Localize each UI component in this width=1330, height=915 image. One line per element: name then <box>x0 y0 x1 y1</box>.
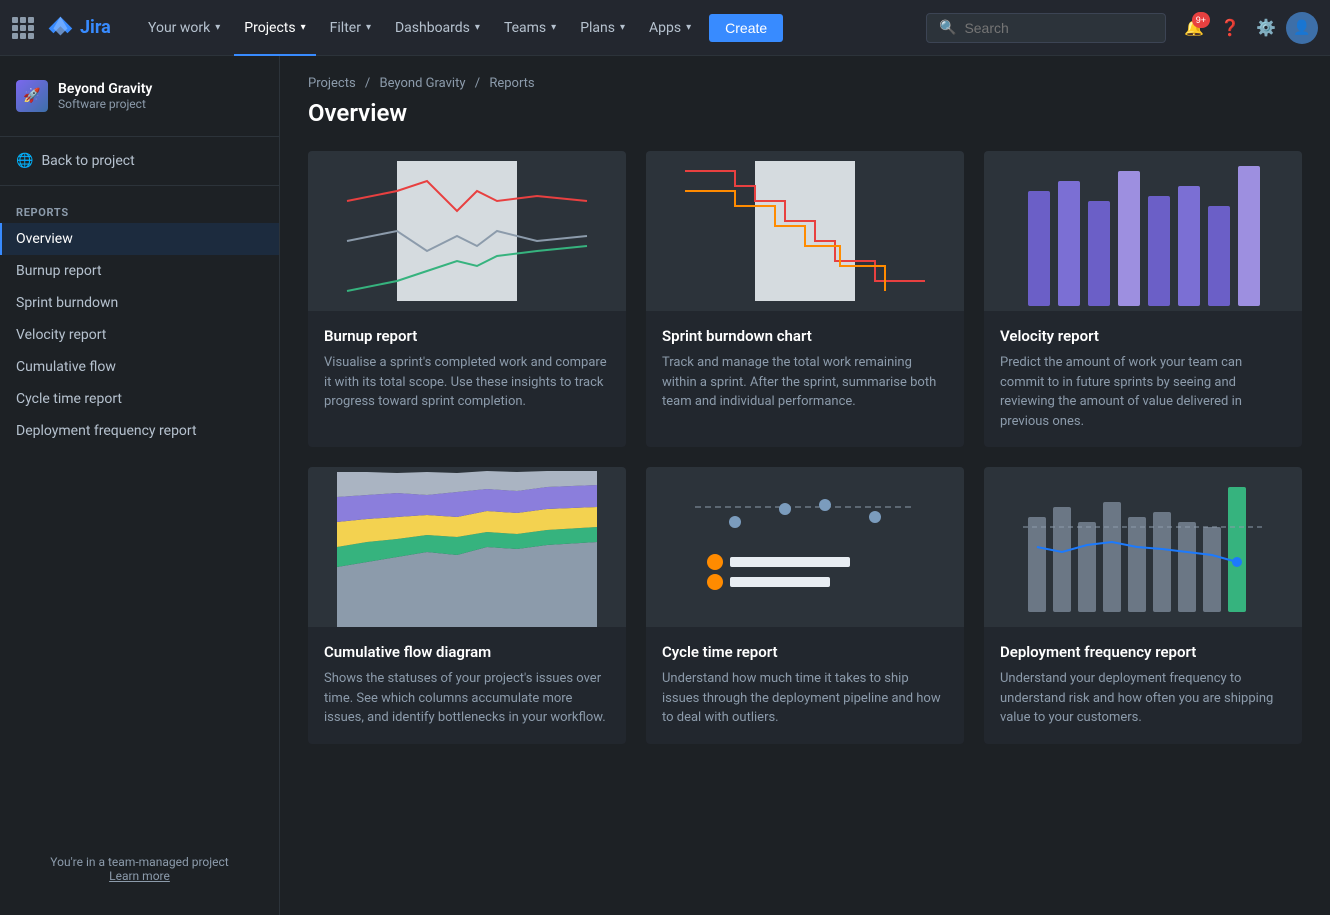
burnup-card-body: Burnup report Visualise a sprint's compl… <box>308 311 626 428</box>
logo-text: Jira <box>80 17 111 38</box>
project-header: 🚀 Beyond Gravity Software project <box>0 72 279 128</box>
help-button[interactable]: ❓ <box>1214 12 1246 44</box>
breadcrumb-projects[interactable]: Projects <box>308 76 356 91</box>
sidebar-divider <box>0 136 279 137</box>
nav-plans[interactable]: Plans ▾ <box>570 0 635 56</box>
nav-dashboards[interactable]: Dashboards ▾ <box>385 0 490 56</box>
main-content: Projects / Beyond Gravity / Reports Over… <box>280 56 1330 915</box>
avatar-icon: 👤 <box>1293 19 1310 36</box>
report-grid: Burnup report Visualise a sprint's compl… <box>308 151 1302 744</box>
project-avatar: 🚀 <box>16 80 48 112</box>
report-card-velocity[interactable]: Velocity report Predict the amount of wo… <box>984 151 1302 447</box>
settings-button[interactable]: ⚙️ <box>1250 12 1282 44</box>
project-type: Software project <box>58 97 152 111</box>
nav-projects[interactable]: Projects ▾ <box>234 0 315 56</box>
cumulative-card-body: Cumulative flow diagram Shows the status… <box>308 627 626 744</box>
chevron-down-icon: ▾ <box>301 22 306 33</box>
sidebar-item-overview[interactable]: Overview <box>0 223 279 255</box>
cycle-time-chart <box>646 467 964 627</box>
report-card-deployment[interactable]: Deployment frequency report Understand y… <box>984 467 1302 744</box>
sidebar-footer: You're in a team-managed project Learn m… <box>0 839 279 899</box>
sidebar-item-velocity[interactable]: Velocity report <box>0 319 279 351</box>
velocity-chart <box>984 151 1302 311</box>
sprint-burndown-title: Sprint burndown chart <box>662 327 948 345</box>
notifications-button[interactable]: 🔔 9+ <box>1178 12 1210 44</box>
cycle-time-title: Cycle time report <box>662 643 948 661</box>
reports-section-label: Reports <box>0 194 279 223</box>
page-title: Overview <box>308 99 1302 127</box>
sidebar-item-cumulative[interactable]: Cumulative flow <box>0 351 279 383</box>
velocity-title: Velocity report <box>1000 327 1286 345</box>
burnup-desc: Visualise a sprint's completed work and … <box>324 353 610 412</box>
learn-more-link[interactable]: Learn more <box>109 869 170 883</box>
chevron-down-icon: ▾ <box>475 22 480 33</box>
grid-icon[interactable] <box>12 17 34 39</box>
user-avatar[interactable]: 👤 <box>1286 12 1318 44</box>
breadcrumb-reports[interactable]: Reports <box>489 76 534 91</box>
sidebar-item-cycle-time[interactable]: Cycle time report <box>0 383 279 415</box>
deployment-card-body: Deployment frequency report Understand y… <box>984 627 1302 744</box>
sidebar-item-burnup[interactable]: Burnup report <box>0 255 279 287</box>
velocity-card-body: Velocity report Predict the amount of wo… <box>984 311 1302 447</box>
burnup-title: Burnup report <box>324 327 610 345</box>
cycle-time-card-body: Cycle time report Understand how much ti… <box>646 627 964 744</box>
jira-logo[interactable]: Jira <box>46 14 126 42</box>
breadcrumb-beyond-gravity[interactable]: Beyond Gravity <box>380 76 466 91</box>
search-icon: 🔍 <box>939 20 956 36</box>
cumulative-desc: Shows the statuses of your project's iss… <box>324 669 610 728</box>
sprint-burndown-chart <box>646 151 964 311</box>
cycle-time-desc: Understand how much time it takes to shi… <box>662 669 948 728</box>
globe-icon: 🌐 <box>16 153 33 169</box>
deployment-title: Deployment frequency report <box>1000 643 1286 661</box>
project-info: Beyond Gravity Software project <box>58 81 152 111</box>
nav-your-work[interactable]: Your work ▾ <box>138 0 230 56</box>
report-card-sprint-burndown[interactable]: Sprint burndown chart Track and manage t… <box>646 151 964 447</box>
chevron-down-icon: ▾ <box>620 22 625 33</box>
chevron-down-icon: ▾ <box>686 22 691 33</box>
sidebar-item-deployment[interactable]: Deployment frequency report <box>0 415 279 447</box>
gear-icon: ⚙️ <box>1256 18 1276 38</box>
help-icon: ❓ <box>1220 18 1240 38</box>
cumulative-title: Cumulative flow diagram <box>324 643 610 661</box>
back-to-project[interactable]: 🌐 Back to project <box>0 145 279 177</box>
chevron-down-icon: ▾ <box>551 22 556 33</box>
notification-badge: 9+ <box>1192 12 1210 28</box>
deployment-chart <box>984 467 1302 627</box>
nav-teams[interactable]: Teams ▾ <box>494 0 566 56</box>
report-card-cumulative[interactable]: Cumulative flow diagram Shows the status… <box>308 467 626 744</box>
sidebar-divider-2 <box>0 185 279 186</box>
search-input[interactable] <box>964 20 1153 36</box>
nav-filter[interactable]: Filter ▾ <box>320 0 381 56</box>
search-box[interactable]: 🔍 <box>926 13 1166 43</box>
chevron-down-icon: ▾ <box>215 22 220 33</box>
topnav: Jira Your work ▾ Projects ▾ Filter ▾ Das… <box>0 0 1330 56</box>
burnup-chart <box>308 151 626 311</box>
report-card-cycle-time[interactable]: Cycle time report Understand how much ti… <box>646 467 964 744</box>
sprint-burndown-desc: Track and manage the total work remainin… <box>662 353 948 412</box>
sidebar-item-sprint-burndown[interactable]: Sprint burndown <box>0 287 279 319</box>
project-name: Beyond Gravity <box>58 81 152 97</box>
chevron-down-icon: ▾ <box>366 22 371 33</box>
deployment-desc: Understand your deployment frequency to … <box>1000 669 1286 728</box>
sprint-burndown-card-body: Sprint burndown chart Track and manage t… <box>646 311 964 428</box>
breadcrumb: Projects / Beyond Gravity / Reports <box>308 76 1302 91</box>
nav-apps[interactable]: Apps ▾ <box>639 0 701 56</box>
cumulative-chart <box>308 467 626 627</box>
nav-icons: 🔔 9+ ❓ ⚙️ 👤 <box>1178 12 1318 44</box>
report-card-burnup[interactable]: Burnup report Visualise a sprint's compl… <box>308 151 626 447</box>
app-body: 🚀 Beyond Gravity Software project 🌐 Back… <box>0 56 1330 915</box>
create-button[interactable]: Create <box>709 14 783 42</box>
velocity-desc: Predict the amount of work your team can… <box>1000 353 1286 431</box>
sidebar: 🚀 Beyond Gravity Software project 🌐 Back… <box>0 56 280 915</box>
